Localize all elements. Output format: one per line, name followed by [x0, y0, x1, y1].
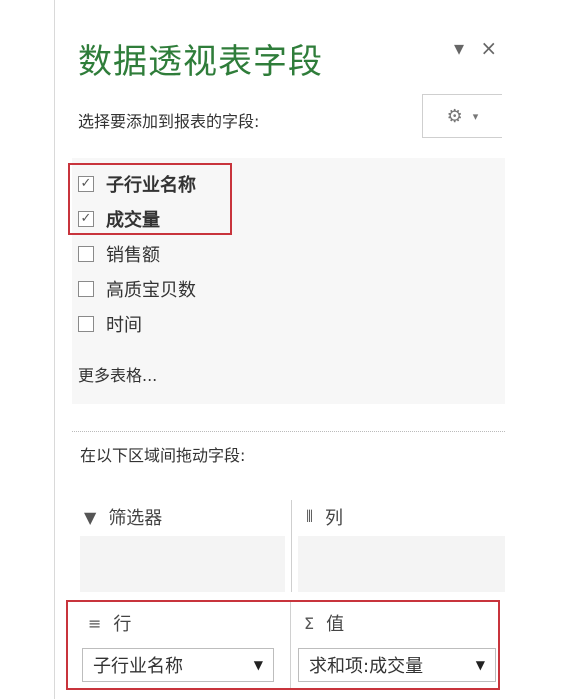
columns-drop-zone[interactable]: [298, 536, 505, 592]
highlight-box-rows-values: [66, 600, 500, 690]
columns-area-header: ⦀ 列: [306, 504, 343, 530]
field-item-quality-items[interactable]: 高质宝贝数: [78, 271, 196, 306]
filters-area-label: 筛选器: [108, 508, 163, 529]
tools-button[interactable]: ⚙ ▾: [422, 94, 502, 138]
more-tables-link[interactable]: 更多表格...: [78, 362, 157, 386]
field-label: 高质宝贝数: [106, 279, 196, 301]
field-item-sales[interactable]: 销售额: [78, 236, 196, 271]
chevron-down-icon: ▾: [472, 109, 479, 123]
panel-left-border: [54, 0, 55, 699]
panel-title: 数据透视表字段: [78, 42, 323, 82]
columns-icon: ⦀: [306, 507, 314, 526]
close-icon[interactable]: ×: [480, 36, 497, 60]
filter-icon: ▼: [84, 507, 97, 527]
choose-fields-label: 选择要添加到报表的字段:: [78, 112, 260, 131]
columns-area-label: 列: [325, 508, 344, 529]
field-label: 销售额: [106, 244, 160, 266]
checkbox[interactable]: [78, 245, 94, 262]
drag-fields-label: 在以下区域间拖动字段:: [80, 446, 246, 465]
field-label: 时间: [106, 314, 142, 336]
title-controls: ▾ ×: [454, 36, 507, 60]
divider: [72, 431, 505, 432]
checkbox[interactable]: [78, 280, 94, 297]
checkbox[interactable]: [78, 315, 94, 332]
filters-area-header: ▼ 筛选器: [84, 504, 162, 530]
gear-icon: ⚙: [446, 105, 463, 127]
panel-options-dropdown-icon[interactable]: ▾: [454, 36, 464, 60]
field-item-time[interactable]: 时间: [78, 306, 196, 341]
filters-drop-zone[interactable]: [80, 536, 285, 592]
highlight-box-checked-fields: [68, 163, 232, 235]
area-divider: [291, 500, 292, 592]
